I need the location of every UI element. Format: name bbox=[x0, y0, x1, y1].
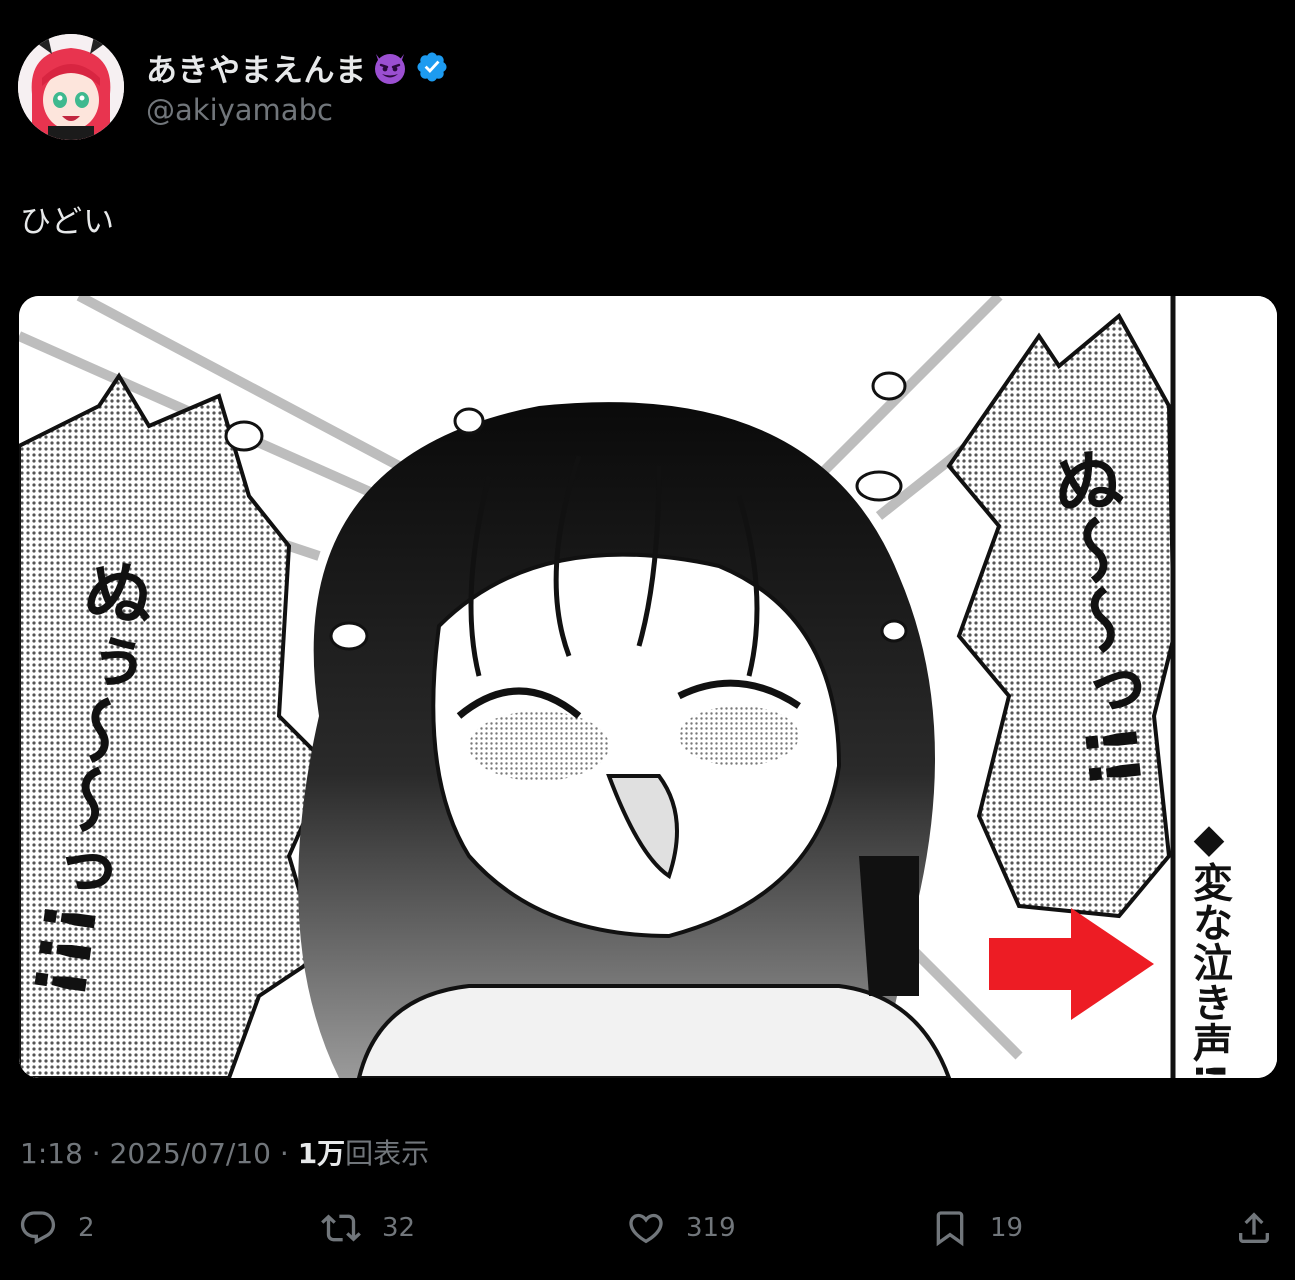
retweet-icon bbox=[320, 1208, 362, 1248]
tweet-media-image[interactable]: ぬぅ〜〜っ!!! ぬ〜〜っ!! ◆変な泣き声!! bbox=[19, 296, 1277, 1078]
share-icon bbox=[1234, 1208, 1274, 1248]
like-count: 319 bbox=[686, 1213, 736, 1243]
meta-separator: · bbox=[270, 1137, 298, 1170]
meta-separator: · bbox=[82, 1137, 110, 1170]
bookmark-button[interactable]: 19 bbox=[930, 1200, 1023, 1256]
reply-button[interactable]: 2 bbox=[18, 1200, 95, 1256]
tweet-time[interactable]: 1:18 bbox=[20, 1137, 83, 1170]
retweet-button[interactable]: 32 bbox=[320, 1200, 415, 1256]
verified-badge-icon[interactable] bbox=[415, 50, 449, 84]
share-button[interactable] bbox=[1234, 1200, 1274, 1256]
avatar[interactable] bbox=[18, 34, 124, 140]
display-name[interactable]: あきやまえんま bbox=[146, 45, 367, 90]
handle[interactable]: @akiyamabc bbox=[146, 93, 449, 127]
smiling-imp-emoji-icon bbox=[371, 48, 409, 86]
tweet-meta: 1:18 · 2025/07/10 · 1万回表示 bbox=[20, 1132, 429, 1172]
bookmark-icon bbox=[930, 1208, 970, 1248]
heart-icon bbox=[626, 1208, 666, 1248]
like-button[interactable]: 319 bbox=[626, 1200, 736, 1256]
reply-count: 2 bbox=[78, 1213, 95, 1243]
tweet-text: ひどい bbox=[20, 204, 116, 240]
action-bar: 2 32 319 19 bbox=[0, 1200, 1295, 1260]
bookmark-count: 19 bbox=[990, 1213, 1024, 1243]
tweet-date[interactable]: 2025/07/10 bbox=[110, 1137, 271, 1170]
views-count: 1万 bbox=[297, 1137, 346, 1170]
tweet-header: あきやまえんま @akiyamabc bbox=[18, 34, 449, 140]
author-names: あきやまえんま @akiyamabc bbox=[146, 47, 449, 127]
views-label: 回表示 bbox=[345, 1137, 430, 1170]
display-name-row: あきやまえんま bbox=[146, 45, 449, 90]
manga-side-caption: ◆変な泣き声!! bbox=[1186, 816, 1233, 1078]
reply-icon bbox=[18, 1208, 58, 1248]
retweet-count: 32 bbox=[382, 1213, 416, 1243]
